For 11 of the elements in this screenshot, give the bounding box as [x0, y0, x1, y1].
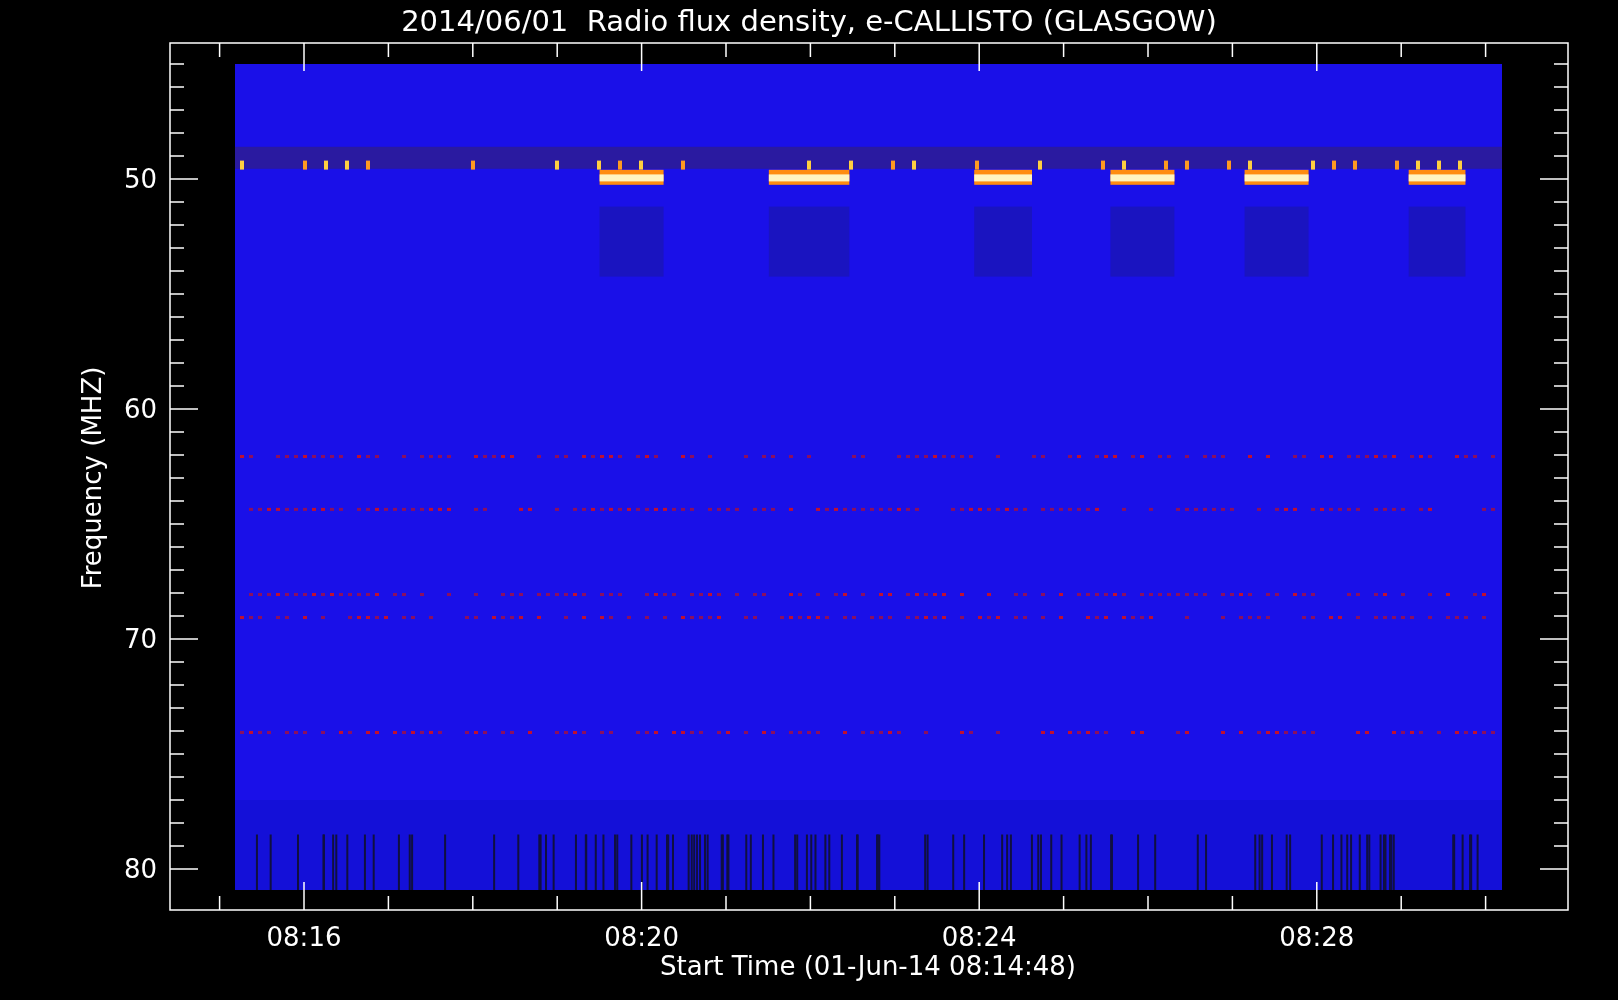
- tick-label: 70: [123, 624, 157, 654]
- tick-label: 08:20: [604, 922, 680, 952]
- axis-label: Frequency (MHZ): [77, 366, 107, 590]
- axis-label: Start Time (01-Jun-14 08:14:48): [660, 951, 1076, 981]
- tick-label: 50: [123, 164, 157, 194]
- tick-label: 08:24: [941, 922, 1017, 952]
- tick-label: 08:16: [266, 922, 342, 952]
- tick-label: 08:28: [1279, 922, 1355, 952]
- tick-label: 60: [123, 394, 157, 424]
- chart-title: 2014/06/01 Radio flux density, e-CALLISTO (GLASGOW): [401, 4, 1217, 38]
- tick-label: 80: [123, 854, 157, 884]
